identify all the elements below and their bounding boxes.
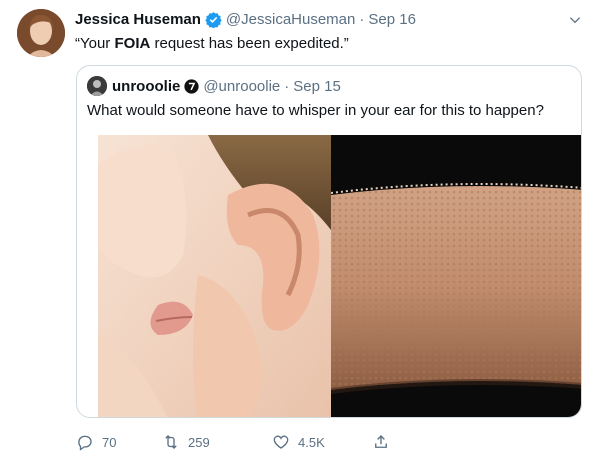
goosebumps-photo[interactable] [331, 135, 581, 417]
separator-dot: · [359, 10, 365, 28]
author-avatar[interactable] [17, 9, 65, 57]
share-button[interactable] [372, 430, 398, 454]
whisper-photo[interactable] [98, 135, 331, 417]
quoted-separator-dot: · [284, 77, 290, 95]
quoted-avatar [87, 76, 107, 96]
tweet-text: “Your FOIA request has been expedited.” [75, 34, 349, 54]
quoted-tweet[interactable]: unrooolie @unrooolie · Sep 15 What would… [76, 65, 582, 418]
tweet-date[interactable]: Sep 16 [368, 11, 416, 28]
quoted-header: unrooolie @unrooolie · Sep 15 [87, 76, 341, 96]
quoted-handle: @unrooolie [203, 77, 281, 95]
retweet-count: 259 [188, 434, 210, 450]
like-icon [273, 435, 289, 449]
verified-badge-icon [205, 11, 222, 28]
quoted-date: Sep 15 [293, 77, 341, 95]
chevron-down-icon[interactable] [568, 13, 582, 27]
quoted-author-name: unrooolie [112, 77, 181, 95]
quoted-text: What would someone have to whisper in yo… [87, 102, 544, 119]
share-icon [375, 435, 387, 448]
tweet-text-suffix: request has been expedited.” [150, 35, 349, 52]
quoted-badge-icon [184, 78, 199, 94]
tweet-header: Jessica Huseman @JessicaHuseman · Sep 16 [75, 9, 416, 29]
reply-icon [78, 435, 92, 451]
tweet-text-bold: FOIA [114, 35, 151, 52]
retweet-button[interactable]: 259 [162, 430, 210, 454]
reply-count: 70 [102, 434, 117, 450]
like-count: 4.5K [298, 434, 325, 450]
tweet-actions: 70 259 4.5K [76, 430, 396, 454]
quoted-media[interactable] [98, 135, 581, 417]
author-handle[interactable]: @JessicaHuseman [226, 11, 355, 28]
retweet-icon [165, 435, 177, 449]
author-name[interactable]: Jessica Huseman [75, 11, 201, 28]
reply-button[interactable]: 70 [76, 430, 116, 454]
like-button[interactable]: 4.5K [272, 430, 325, 454]
tweet-text-prefix: “Your [75, 35, 115, 52]
